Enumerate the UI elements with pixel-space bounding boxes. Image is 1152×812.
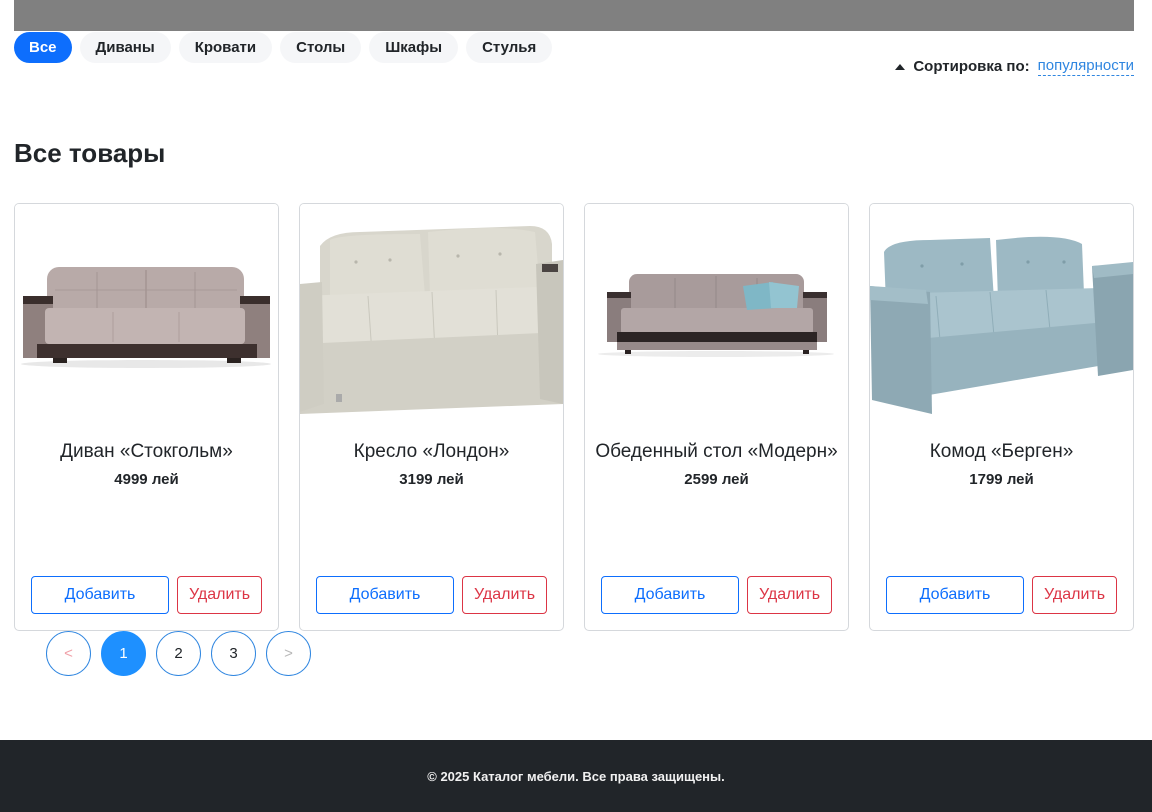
category-tabs: Все Диваны Кровати Столы Шкафы Стулья: [14, 32, 553, 63]
next-page-button[interactable]: >: [266, 631, 311, 676]
product-title: Комод «Берген» 1799 лей: [880, 440, 1123, 489]
tab-wardrobes[interactable]: Шкафы: [369, 32, 459, 63]
remove-button[interactable]: Удалить: [177, 576, 262, 614]
product-grid: Диван «Стокгольм» 4999 лей Добавить Удал…: [14, 203, 1134, 631]
page-title: Все товары: [14, 138, 166, 168]
product-card: Обеденный стол «Модерн» 2599 лей Добавит…: [584, 203, 849, 631]
card-actions: Добавить Удалить: [601, 576, 832, 614]
product-name: Комод «Берген»: [929, 441, 1074, 462]
page-3-button[interactable]: 3: [211, 631, 256, 676]
product-card: Диван «Стокгольм» 4999 лей Добавить Удал…: [14, 203, 279, 631]
product-card: Комод «Берген» 1799 лей Добавить Удалить: [869, 203, 1134, 631]
tab-tables[interactable]: Столы: [280, 32, 362, 63]
page-2-button[interactable]: 2: [156, 631, 201, 676]
product-price: 4999 лей: [114, 471, 179, 488]
sofa-cream-image: [300, 204, 563, 426]
tab-sofas[interactable]: Диваны: [79, 32, 171, 63]
product-title: Диван «Стокгольм» 4999 лей: [25, 440, 268, 489]
card-actions: Добавить Удалить: [316, 576, 547, 614]
sort-up-arrow-icon[interactable]: [895, 63, 906, 70]
sort-value-link[interactable]: популярности: [1037, 57, 1134, 76]
product-price: 3199 лей: [399, 471, 464, 488]
product-title: Кресло «Лондон» 3199 лей: [310, 440, 553, 489]
tab-all[interactable]: Все: [14, 32, 72, 63]
product-price: 1799 лей: [969, 471, 1034, 488]
remove-button[interactable]: Удалить: [747, 576, 832, 614]
prev-page-button[interactable]: <: [46, 631, 91, 676]
sofa-blue-image: [870, 204, 1133, 426]
footer: © 2025 Каталог мебели. Все права защищен…: [0, 740, 1152, 812]
tab-chairs[interactable]: Стулья: [466, 32, 553, 63]
sort-label: Сортировка по:: [913, 58, 1030, 75]
product-price: 2599 лей: [684, 471, 749, 488]
sort-control: Сортировка по: популярности: [895, 57, 1134, 76]
product-name: Обеденный стол «Модерн»: [595, 441, 838, 462]
product-title: Обеденный стол «Модерн» 2599 лей: [595, 440, 838, 489]
add-button[interactable]: Добавить: [31, 576, 169, 614]
footer-copyright: © 2025 Каталог мебели. Все права защищен…: [427, 768, 725, 784]
add-button[interactable]: Добавить: [316, 576, 454, 614]
header-banner: [14, 0, 1134, 31]
pagination: < 1 2 3 >: [46, 631, 311, 676]
product-name: Диван «Стокгольм»: [60, 441, 233, 462]
card-actions: Добавить Удалить: [886, 576, 1117, 614]
remove-button[interactable]: Удалить: [1032, 576, 1117, 614]
product-card: Кресло «Лондон» 3199 лей Добавить Удалит…: [299, 203, 564, 631]
page-1-button[interactable]: 1: [101, 631, 146, 676]
tab-beds[interactable]: Кровати: [178, 32, 273, 63]
sofa-taupe-pillows-image: [585, 204, 848, 426]
sofa-mauve-image: [15, 204, 278, 426]
remove-button[interactable]: Удалить: [462, 576, 547, 614]
card-actions: Добавить Удалить: [31, 576, 262, 614]
product-name: Кресло «Лондон»: [353, 441, 510, 462]
add-button[interactable]: Добавить: [601, 576, 739, 614]
add-button[interactable]: Добавить: [886, 576, 1024, 614]
